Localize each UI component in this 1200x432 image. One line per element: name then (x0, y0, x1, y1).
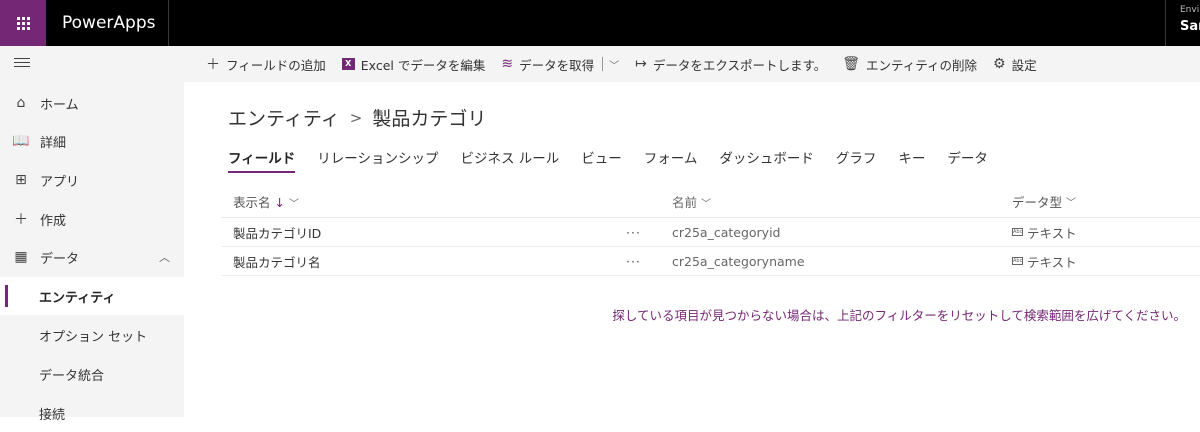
nav-item-label: データ (40, 251, 80, 267)
settings-label: 設定 (1011, 57, 1037, 73)
database-icon: ≋ (501, 56, 514, 72)
export-data-label: データをエクスポートします。 (652, 57, 827, 73)
trash-icon: 🗑 (842, 56, 861, 72)
nav-item-label: 作成 (40, 213, 67, 229)
nav-item-label: エンティティ (39, 290, 116, 306)
empty-results-hint: 探している項目が見つからない場合は、上記のフィルターをリセットして検索範囲を広げ… (612, 308, 1186, 323)
divider (1165, 0, 1166, 46)
table-row[interactable]: 製品カテゴリ名 ··· cr25a_categoryname Abc テキスト (222, 247, 1200, 276)
cell-name: cr25a_categoryname (672, 253, 805, 269)
edit-in-excel-button[interactable]: X Excel でデータを編集 (341, 55, 486, 74)
nav-item-option-sets[interactable]: オプション セット (0, 316, 184, 354)
tab-data[interactable]: データ (947, 147, 988, 173)
export-arrow-icon: ↦ (635, 56, 647, 72)
delete-entity-button[interactable]: 🗑 エンティティの削除 (842, 55, 977, 74)
tab-business-rules[interactable]: ビジネス ルール (460, 147, 559, 173)
top-bar: PowerApps Envi San (0, 0, 1200, 46)
get-data-label: データを取得 (519, 57, 595, 73)
add-field-button[interactable]: ＋ フィールドの追加 (206, 54, 326, 74)
nav-item-entities[interactable]: エンティティ (0, 277, 184, 315)
chevron-down-icon: ﹀ (289, 199, 299, 210)
tab-charts[interactable]: グラフ (836, 147, 877, 173)
cell-data-type: Abc テキスト (1012, 252, 1077, 271)
export-data-button[interactable]: ↦ データをエクスポートします。 (635, 55, 826, 74)
page-title: 製品カテゴリ (372, 108, 487, 130)
edit-excel-label: Excel でデータを編集 (360, 57, 486, 73)
command-bar: ＋ フィールドの追加 X Excel でデータを編集 ≋ データを取得 ﹀ ↦ … (184, 46, 1200, 82)
nav-item-data[interactable]: ▦ データ ︿ (0, 238, 184, 276)
get-data-button[interactable]: ≋ データを取得 ﹀ (501, 55, 619, 74)
environment-picker[interactable]: San (1180, 19, 1200, 34)
left-nav: ⌂ ホーム 📖 詳細 ⊞ アプリ ＋ 作成 ▦ データ ︿ エンティティ オプシ… (0, 46, 184, 423)
plus-icon: ＋ (14, 212, 28, 228)
nav-item-label: オプション セット (39, 329, 148, 345)
cell-display-name[interactable]: 製品カテゴリ名 (233, 252, 321, 271)
gear-icon: ⚙ (993, 56, 1006, 72)
breadcrumb-separator: > (349, 108, 363, 127)
column-header-label: データ型 (1012, 195, 1063, 210)
app-launcher-button[interactable] (0, 0, 46, 46)
cell-data-type: Abc テキスト (1012, 223, 1077, 242)
nav-item-label: ホーム (40, 97, 79, 113)
chevron-down-icon: ﹀ (1066, 198, 1077, 209)
add-field-label: フィールドの追加 (226, 57, 326, 73)
nav-item-connections[interactable]: 接続 (0, 394, 184, 432)
text-type-icon: Abc (1012, 257, 1023, 265)
cell-name: cr25a_categoryid (672, 224, 781, 240)
chevron-down-icon: ﹀ (701, 199, 712, 210)
text-type-icon: Abc (1012, 228, 1023, 236)
more-options-icon[interactable]: ··· (626, 254, 641, 269)
nav-item-home[interactable]: ⌂ ホーム (0, 84, 184, 122)
data-type-label: テキスト (1027, 225, 1077, 241)
chevron-up-icon[interactable]: ︿ (159, 249, 170, 265)
breadcrumb: エンティティ > 製品カテゴリ (228, 104, 486, 131)
selection-indicator (5, 285, 8, 307)
home-icon: ⌂ (16, 95, 26, 111)
sort-down-arrow-icon: ↓ (274, 195, 285, 210)
nav-item-data-integration[interactable]: データ統合 (0, 355, 184, 393)
tab-keys[interactable]: キー (898, 147, 925, 173)
delete-entity-label: エンティティの削除 (866, 57, 978, 73)
nav-item-apps[interactable]: ⊞ アプリ (0, 161, 184, 199)
table-header: 表示名 ↓ ﹀ 名前 ﹀ データ型 ﹀ (222, 186, 1200, 218)
breadcrumb-parent[interactable]: エンティティ (228, 104, 340, 131)
column-header-label: 表示名 (233, 195, 271, 210)
hamburger-icon[interactable] (14, 58, 30, 70)
nav-item-create[interactable]: ＋ 作成 (0, 200, 184, 238)
tab-forms[interactable]: フォーム (644, 147, 698, 173)
fields-table: 表示名 ↓ ﹀ 名前 ﹀ データ型 ﹀ 製品カテゴリID ··· cr25a_categ… (222, 186, 1200, 276)
divider (602, 57, 604, 71)
waffle-icon (16, 16, 30, 30)
cell-display-name[interactable]: 製品カテゴリID (233, 223, 321, 242)
tab-dashboards[interactable]: ダッシュボード (719, 147, 814, 173)
data-type-label: テキスト (1027, 254, 1077, 270)
chevron-down-icon[interactable]: ﹀ (609, 57, 619, 72)
tab-bar: フィールド リレーションシップ ビジネス ルール ビュー フォーム ダッシュボー… (228, 147, 1010, 173)
excel-icon: X (341, 58, 355, 70)
book-icon: 📖 (12, 133, 30, 149)
column-header-name[interactable]: 名前 ﹀ (672, 192, 711, 211)
settings-button[interactable]: ⚙ 設定 (993, 55, 1037, 74)
tab-relationships[interactable]: リレーションシップ (317, 147, 438, 173)
app-title[interactable]: PowerApps (62, 0, 155, 46)
plus-icon: ＋ (206, 57, 220, 73)
column-header-display-name[interactable]: 表示名 ↓ ﹀ (233, 192, 299, 211)
nav-item-label: アプリ (40, 174, 80, 190)
nav-item-label: 詳細 (40, 135, 67, 151)
table-row[interactable]: 製品カテゴリID ··· cr25a_categoryid Abc テキスト (222, 218, 1200, 247)
column-header-data-type[interactable]: データ型 ﹀ (1012, 192, 1076, 211)
column-header-label: 名前 (672, 195, 698, 210)
nav-item-learn[interactable]: 📖 詳細 (0, 122, 184, 160)
more-options-icon[interactable]: ··· (626, 225, 641, 240)
tab-fields[interactable]: フィールド (228, 147, 296, 173)
apps-icon: ⊞ (15, 172, 27, 188)
divider (168, 0, 169, 46)
nav-item-label: データ統合 (39, 368, 105, 384)
tab-views[interactable]: ビュー (581, 147, 622, 173)
table-icon: ▦ (14, 249, 28, 265)
nav-item-label: 接続 (39, 407, 66, 423)
environment-label: Envi (1180, 5, 1200, 15)
